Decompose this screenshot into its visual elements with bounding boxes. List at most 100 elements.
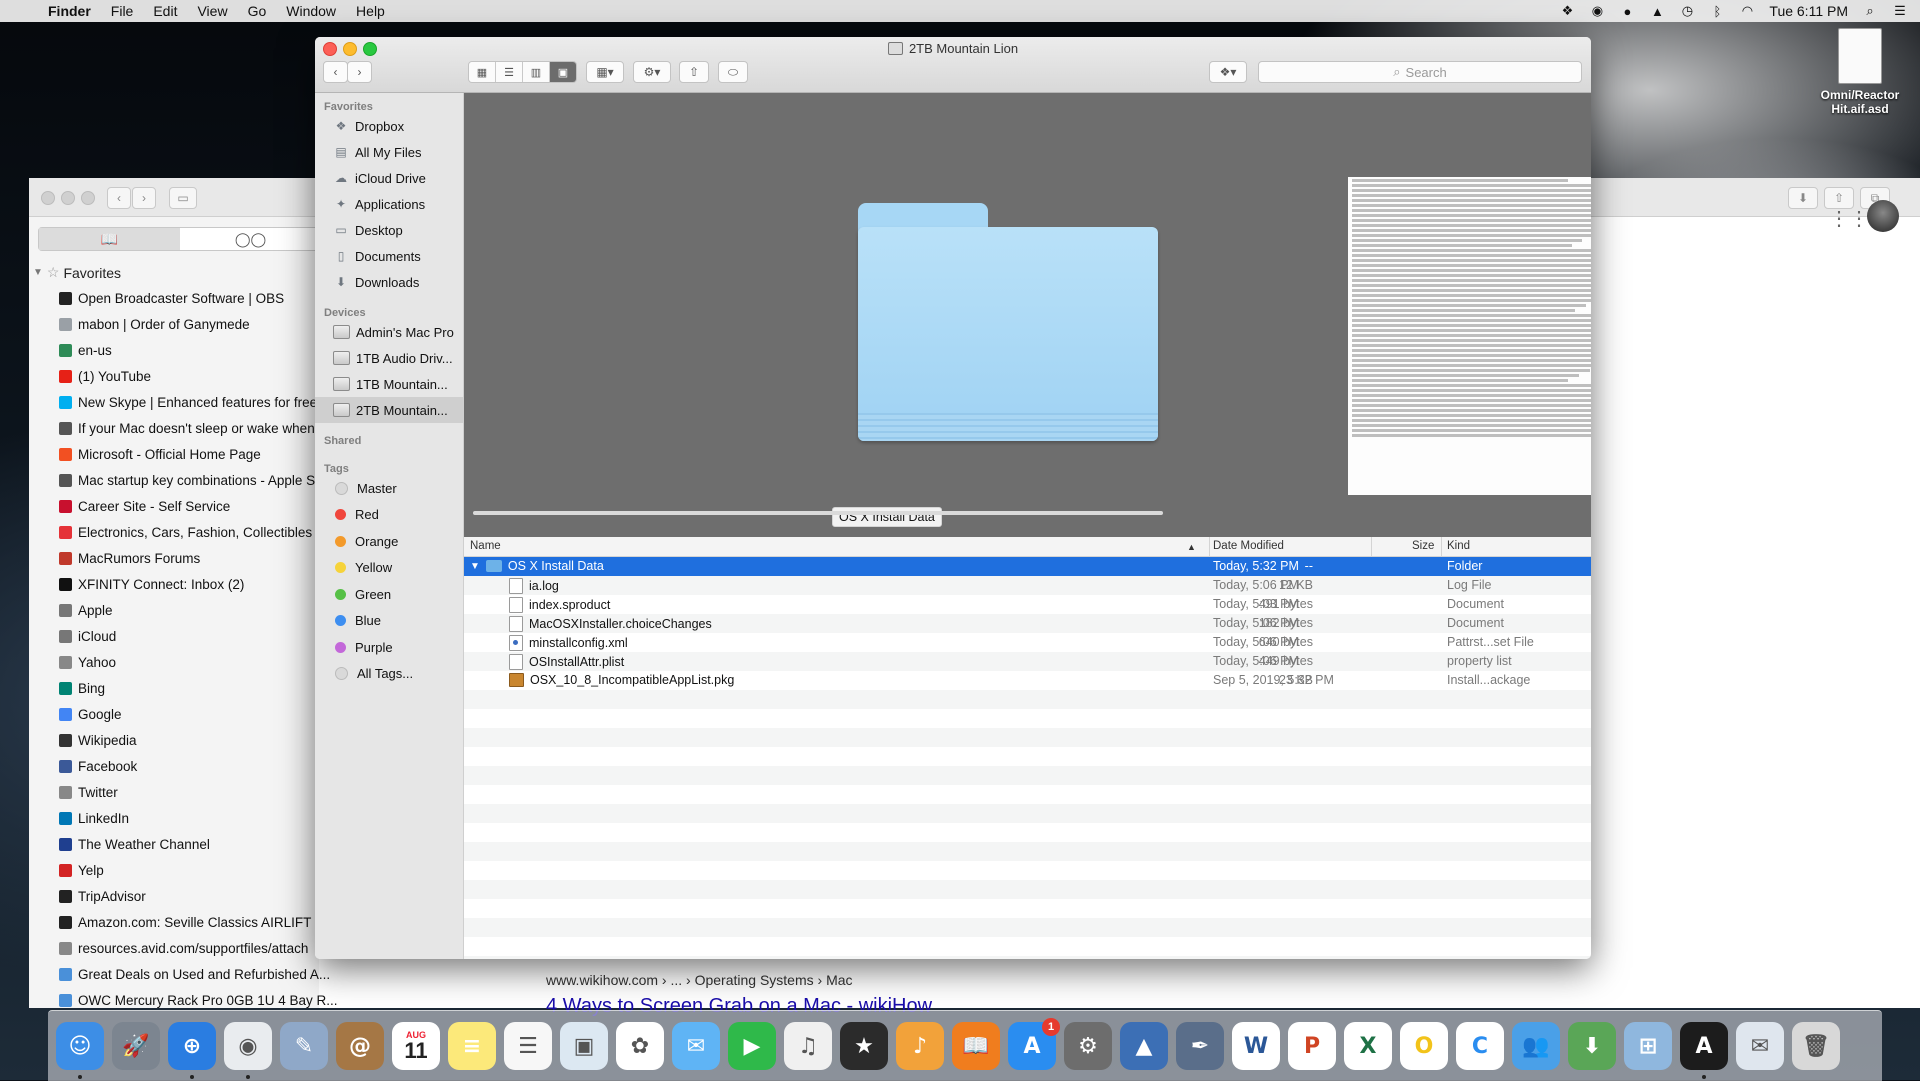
dock-notes-icon[interactable]: ≡ — [448, 1022, 496, 1070]
bookmarks-tab[interactable]: 📖 — [39, 228, 180, 250]
sidebar-item-downloads[interactable]: ⬇ Downloads — [315, 269, 463, 295]
apple-menu-icon[interactable] — [18, 3, 34, 19]
safari-close-button[interactable] — [41, 191, 55, 205]
dock-reminders-icon[interactable]: ☰ — [504, 1022, 552, 1070]
disclosure-triangle-icon[interactable]: ▼ — [470, 561, 480, 572]
dock-launchpad-icon[interactable]: 🚀 — [112, 1022, 160, 1070]
cover-flow-scrollbar[interactable] — [473, 511, 1163, 515]
wifi-icon[interactable]: ◠ — [1739, 3, 1755, 18]
list-view-icon[interactable]: ☰ — [496, 62, 523, 82]
forward-button[interactable]: › — [347, 61, 372, 83]
dock-outlook-o-icon[interactable]: O — [1400, 1022, 1448, 1070]
back-button[interactable]: ‹ — [323, 61, 348, 83]
dock-calendar-icon[interactable]: AUG 11 — [392, 1022, 440, 1070]
safari-forward-button[interactable]: › — [132, 187, 156, 209]
sidebar-item-desktop[interactable]: ▭ Desktop — [315, 217, 463, 243]
sidebar-tag-item[interactable]: Master — [315, 475, 463, 502]
column-size-header[interactable]: Size — [1412, 540, 1434, 552]
info-status-icon[interactable]: ● — [1619, 4, 1635, 19]
bluetooth-icon[interactable]: ᛒ — [1709, 4, 1725, 19]
sidebar-item-documents[interactable]: ▯ Documents — [315, 243, 463, 269]
sidebar-item-applications[interactable]: ✦ Applications — [315, 191, 463, 217]
dock-powerpoint-icon[interactable]: P — [1288, 1022, 1336, 1070]
dock-system-preferences-icon[interactable]: ⚙ — [1064, 1022, 1112, 1070]
sidebar-device-item[interactable]: 2TB Mountain... — [315, 397, 463, 423]
column-kind-header[interactable]: Kind — [1447, 540, 1470, 552]
bookmarks-favorites-header[interactable]: ▼ ☆ Favorites — [33, 264, 121, 281]
column-view-icon[interactable]: ▥ — [523, 62, 550, 82]
desktop-file-icon[interactable]: Omni/Reactor Hit.aif.asd — [1810, 28, 1910, 116]
dock-word-icon[interactable]: W — [1232, 1022, 1280, 1070]
dock-avid-icon[interactable]: A — [1680, 1022, 1728, 1079]
search-field[interactable]: ⌕ Search — [1258, 61, 1582, 83]
dock-messages-icon[interactable]: ✉ — [672, 1022, 720, 1070]
sidebar-tag-item[interactable]: All Tags... — [315, 661, 463, 688]
selected-file-row[interactable]: ▼ OS X Install Data Today, 5:32 PM -- Folder — [464, 557, 1591, 576]
arrange-button[interactable]: ▦▾ — [586, 61, 624, 83]
dock-keynote-icon[interactable]: ▲ — [1120, 1022, 1168, 1070]
bookmark-item[interactable]: Great Deals on Used and Refurbished A... — [59, 961, 379, 987]
cover-flow-icon[interactable]: ▣ — [550, 62, 576, 82]
menu-app-name[interactable]: Finder — [48, 3, 91, 19]
tag-icon[interactable]: ⬭ — [718, 61, 748, 83]
icon-view-icon[interactable]: ▦ — [469, 62, 496, 82]
dock-chrome-icon[interactable]: ◉ — [224, 1022, 272, 1079]
avid-status-icon[interactable]: ▲ — [1649, 4, 1665, 19]
sidebar-tag-item[interactable]: Blue — [315, 608, 463, 635]
dock-excel-icon[interactable]: X — [1344, 1022, 1392, 1070]
dock-trash-icon[interactable]: 🗑 — [1792, 1022, 1840, 1070]
dock-facetime-icon[interactable]: ▶ — [728, 1022, 776, 1070]
sidebar-device-item[interactable]: 1TB Audio Driv... — [315, 345, 463, 371]
dock-contacts-icon[interactable]: @ — [336, 1022, 384, 1070]
sidebar-device-item[interactable]: 1TB Mountain... — [315, 371, 463, 397]
sidebar-item-dropbox[interactable]: ❖ Dropbox — [315, 113, 463, 139]
dock-ibooks-icon[interactable]: 📖 — [952, 1022, 1000, 1070]
notification-center-icon[interactable]: ☰ — [1892, 3, 1908, 18]
menu-go[interactable]: Go — [248, 3, 267, 19]
dock-photos-icon[interactable]: ✿ — [616, 1022, 664, 1070]
dock-c-app-icon[interactable]: C — [1456, 1022, 1504, 1070]
menubar-clock[interactable]: Tue 6:11 PM — [1769, 3, 1848, 19]
sidebar-item-icloud-drive[interactable]: ☁ iCloud Drive — [315, 165, 463, 191]
dock-imovie-icon[interactable]: ★ — [840, 1022, 888, 1070]
sidebar-tag-item[interactable]: Purple — [315, 634, 463, 661]
sidebar-tag-item[interactable]: Green — [315, 581, 463, 608]
action-gear-button[interactable]: ⚙▾ — [633, 61, 671, 83]
menu-view[interactable]: View — [197, 3, 227, 19]
file-row[interactable]: OSX_10_8_IncompatibleAppList.pkg Sep 5, 2… — [464, 671, 1591, 690]
dock-photo-booth-icon[interactable]: ▣ — [560, 1022, 608, 1070]
dock-preview-icon[interactable]: ✎ — [280, 1022, 328, 1070]
menu-window[interactable]: Window — [286, 3, 336, 19]
dock-app-store-icon[interactable]: A1 — [1008, 1018, 1060, 1070]
log-file-preview[interactable] — [1348, 177, 1591, 495]
cover-flow-view[interactable] — [464, 93, 1591, 537]
menu-help[interactable]: Help — [356, 3, 385, 19]
sidebar-toggle-button[interactable]: ▭ — [169, 187, 197, 209]
share-icon[interactable]: ⇧ — [679, 61, 709, 83]
file-row[interactable]: index.sproduct Today, 5:03 PM 491 bytes Doc… — [464, 595, 1591, 614]
dock-downloads-stack-icon[interactable]: ✉ — [1736, 1022, 1784, 1070]
dock-network-app-icon[interactable]: ⬇ — [1568, 1022, 1616, 1070]
menu-file[interactable]: File — [111, 3, 134, 19]
sidebar-tag-item[interactable]: Yellow — [315, 555, 463, 582]
dock-itunes-icon[interactable]: ♫ — [784, 1022, 832, 1070]
menu-edit[interactable]: Edit — [153, 3, 177, 19]
sidebar-tag-item[interactable]: Orange — [315, 528, 463, 555]
avatar[interactable] — [1867, 200, 1899, 232]
sidebar-device-item[interactable]: Admin's Mac Pro — [315, 319, 463, 345]
file-row[interactable]: minstallconfig.xml Today, 5:06 PM 640 byte… — [464, 633, 1591, 652]
dock-finder-icon[interactable]: ☺ — [56, 1022, 104, 1079]
alert-status-icon[interactable]: ◉ — [1589, 3, 1605, 18]
dropbox-toolbar-button[interactable]: ❖▾ — [1209, 61, 1247, 83]
dock-garageband-icon[interactable]: ♪ — [896, 1022, 944, 1070]
sidebar-section-shared[interactable]: Shared — [315, 423, 463, 447]
column-name-header[interactable]: Name — [470, 540, 501, 552]
column-date-header[interactable]: Date Modified — [1213, 540, 1284, 552]
safari-zoom-button[interactable] — [81, 191, 95, 205]
reading-list-tab[interactable]: ◯◯ — [180, 228, 321, 250]
dock-script-editor-icon[interactable]: ✒ — [1176, 1022, 1224, 1070]
folder-preview-icon[interactable] — [858, 203, 1158, 441]
sidebar-tag-item[interactable]: Red — [315, 502, 463, 529]
dock-safari-icon[interactable]: ⊕ — [168, 1022, 216, 1079]
timemachine-status-icon[interactable]: ◷ — [1679, 3, 1695, 18]
